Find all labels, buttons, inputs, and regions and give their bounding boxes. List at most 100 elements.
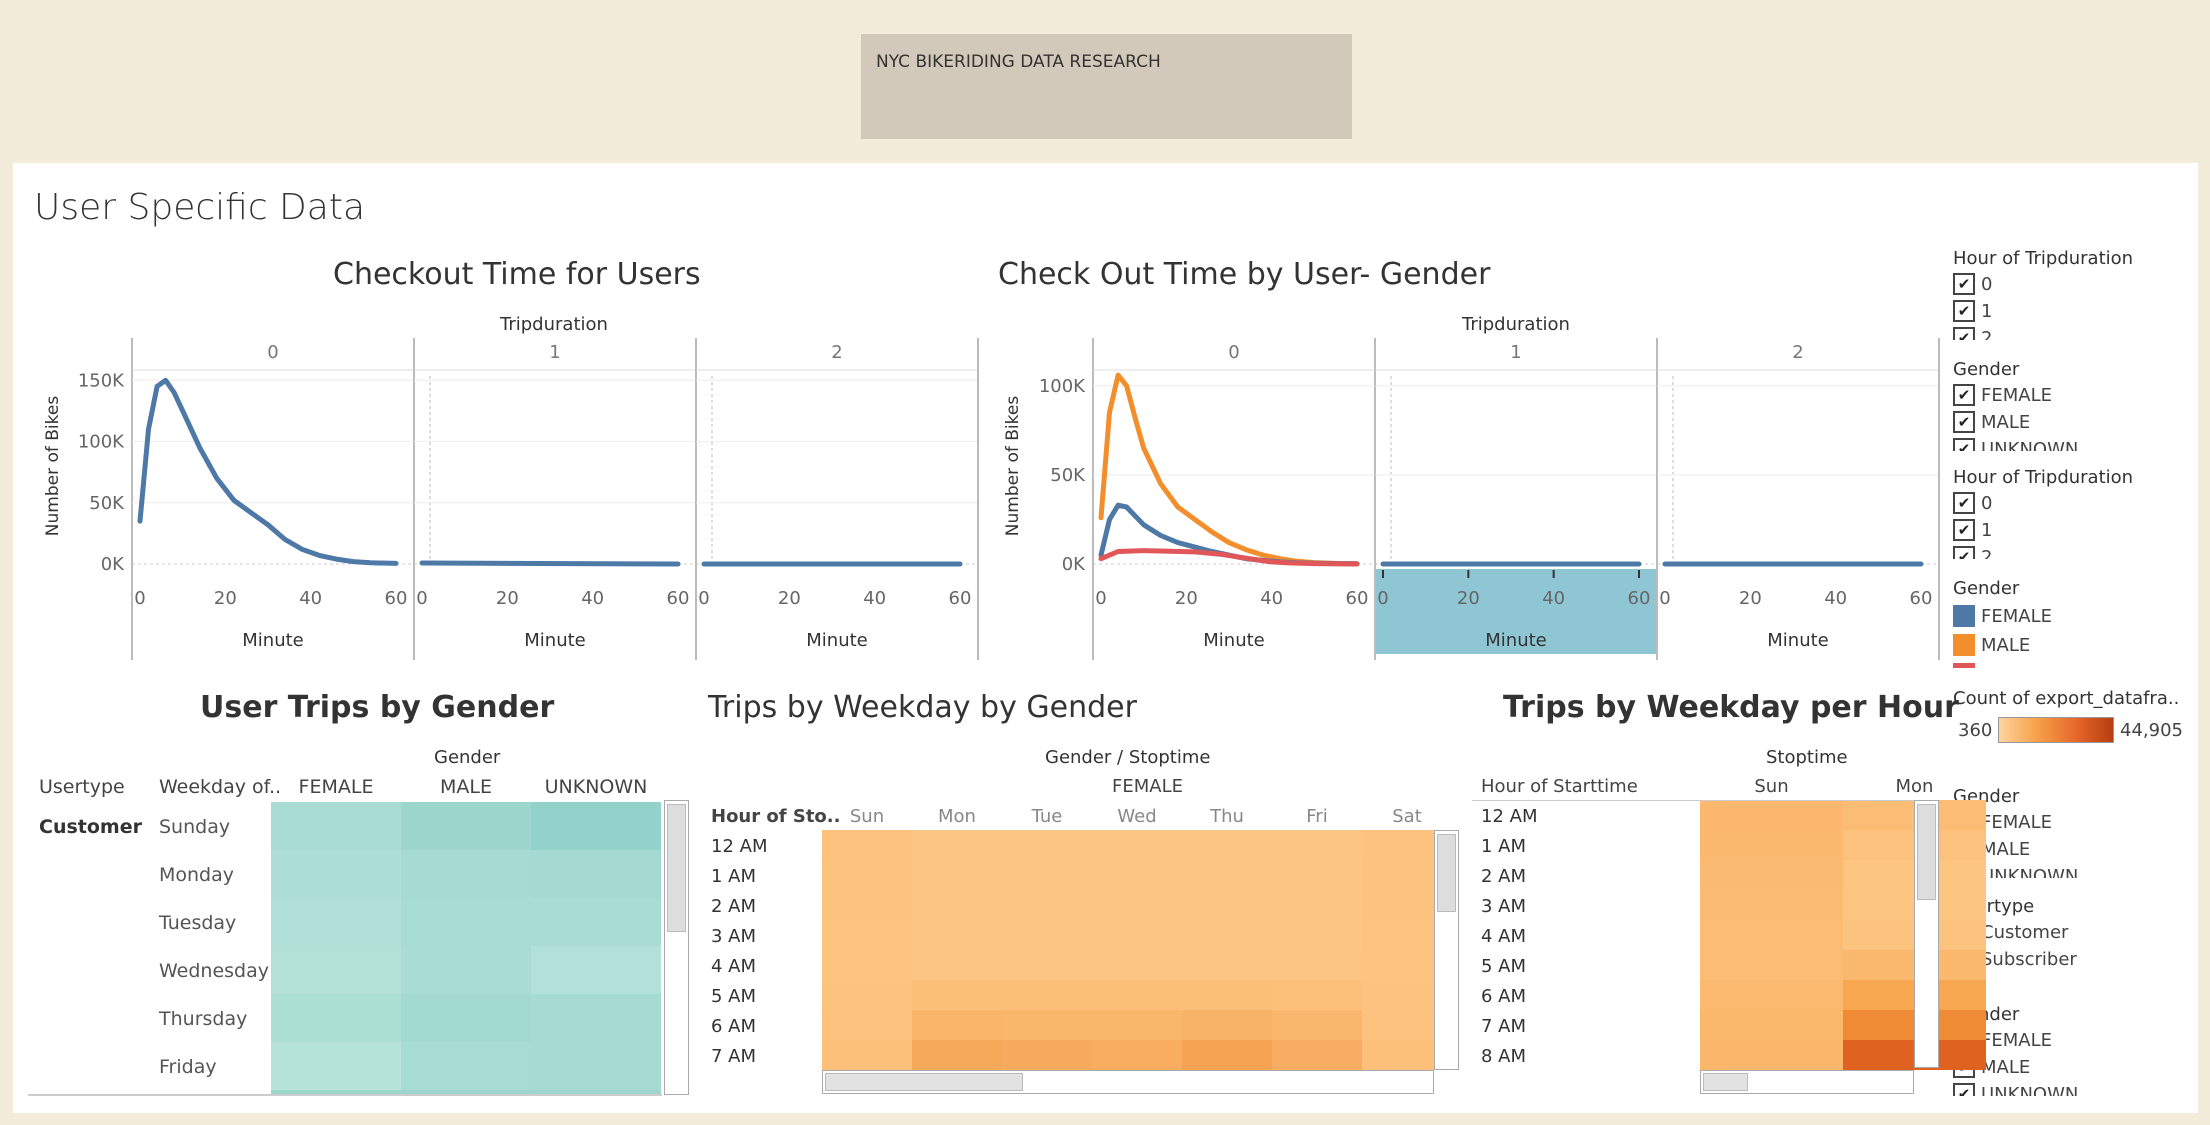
heatmap-cell bbox=[1002, 920, 1092, 950]
weekday-hour-h-scrollbar[interactable] bbox=[1700, 1070, 1914, 1094]
user-trips-scrollbar[interactable] bbox=[664, 800, 689, 1095]
checkbox-unknown[interactable]: ✔UNKNOWN bbox=[1953, 1083, 2183, 1096]
row-label-hour: 7 AM bbox=[711, 1046, 757, 1067]
legend-title: Hour of Tripduration bbox=[1953, 248, 2134, 269]
checkbox-unknown[interactable]: ✔UNKNOWN bbox=[1953, 438, 2183, 451]
checkbox-hour-1[interactable]: ✔ 1 bbox=[1953, 519, 2183, 541]
checkbox-female[interactable]: ✔FEMALE bbox=[1953, 384, 2183, 406]
y-tick-label: 0K bbox=[101, 554, 125, 575]
heatmap-cell bbox=[822, 1010, 912, 1040]
x-tick-label: 20 bbox=[1739, 588, 1762, 609]
legend-gender-2: Gender ✔FEMALE ✔MALE ✔UNKNOWN bbox=[1953, 786, 2183, 878]
color-swatch bbox=[1953, 605, 1975, 627]
checkbox-male[interactable]: ✔MALE bbox=[1953, 411, 2183, 433]
row-label-hour: 6 AM bbox=[711, 1016, 757, 1037]
checkbox-hour-2[interactable]: ✔ 2 bbox=[1953, 546, 2183, 559]
y-tick-label: 100K bbox=[1039, 376, 1086, 397]
checkbox-male[interactable]: ✔MALE bbox=[1953, 838, 2183, 860]
x-tick-label: 0 bbox=[1377, 588, 1388, 609]
checkbox-customer[interactable]: ✔Customer bbox=[1953, 921, 2183, 943]
user-trips-col-group: Gender bbox=[434, 747, 501, 768]
heatmap-cell bbox=[531, 994, 661, 1042]
weekday-hour-col-group: Stoptime bbox=[1766, 747, 1848, 768]
checkout-gender-line-chart: Number of Bikes00 20 40 60Minute10 20 40 60Min… bbox=[1003, 338, 1940, 660]
heatmap-cell bbox=[1182, 860, 1272, 890]
heatmap-cell bbox=[822, 1040, 912, 1070]
legend-item-female[interactable]: FEMALE bbox=[1953, 605, 2183, 627]
heatmap-cell bbox=[1700, 1040, 1843, 1070]
x-tick-label: 40 bbox=[581, 588, 604, 609]
col-header-male: MALE bbox=[440, 776, 492, 798]
heatmap-cell bbox=[271, 1042, 401, 1090]
row-header-weekday: Weekday of.. bbox=[159, 776, 282, 798]
facet-header: 1 bbox=[1510, 342, 1521, 363]
header-title-box: NYC BIKERIDING DATA RESEARCH bbox=[861, 34, 1352, 139]
legend-count-min: 360 bbox=[1958, 719, 1993, 741]
heatmap-cell bbox=[1002, 860, 1092, 890]
facet-header: 1 bbox=[549, 342, 560, 363]
check-icon: ✔ bbox=[1953, 438, 1975, 451]
x-tick-label: 60 bbox=[1346, 588, 1369, 609]
row-label-hour: 5 AM bbox=[711, 986, 757, 1007]
heatmap-cell bbox=[1700, 980, 1843, 1010]
facet-header: 0 bbox=[267, 342, 278, 363]
checkbox-hour-2[interactable]: ✔ 2 bbox=[1953, 327, 2183, 340]
legend-item-unknown[interactable] bbox=[1953, 663, 2183, 668]
color-swatch bbox=[1953, 634, 1975, 656]
x-tick-label: 60 bbox=[1910, 588, 1933, 609]
checkbox-hour-1[interactable]: ✔ 1 bbox=[1953, 300, 2183, 322]
heatmap-cell bbox=[912, 980, 1002, 1010]
heatmap-cell bbox=[1092, 1010, 1182, 1040]
heatmap-cell bbox=[1700, 890, 1843, 920]
checkbox-unknown[interactable]: ✔UNKNOWN bbox=[1953, 865, 2183, 878]
legend-hour-tripduration-1: Hour of Tripduration ✔ 0 ✔ 1 ✔ 2 bbox=[1953, 248, 2183, 340]
legend-title: Usertype bbox=[1953, 896, 2035, 917]
x-tick-label: 40 bbox=[1542, 588, 1565, 609]
heatmap-cell bbox=[1700, 950, 1843, 980]
color-gradient-bar bbox=[1998, 717, 2115, 743]
checkout-chart-title: Checkout Time for Users bbox=[333, 257, 701, 292]
facet-header: 0 bbox=[1228, 342, 1239, 363]
heatmap-cell bbox=[1092, 830, 1182, 860]
x-tick-label: 0 bbox=[134, 588, 145, 609]
x-axis-label: Minute bbox=[1485, 630, 1546, 651]
heatmap-cell bbox=[1182, 1040, 1272, 1070]
user-trips-title: User Trips by Gender bbox=[200, 690, 555, 725]
checkbox-hour-0[interactable]: ✔ 0 bbox=[1953, 273, 2183, 295]
heatmap-cell bbox=[401, 898, 531, 946]
x-axis-label: Minute bbox=[806, 630, 867, 651]
weekday-hour-v-scrollbar[interactable] bbox=[1914, 800, 1939, 1068]
dashboard-title: User Specific Data bbox=[34, 187, 366, 228]
weekday-gender-h-scrollbar[interactable] bbox=[822, 1070, 1434, 1094]
heatmap-cell bbox=[912, 1040, 1002, 1070]
weekday-gender-v-scrollbar[interactable] bbox=[1434, 830, 1459, 1070]
legend-count-max: 44,905 bbox=[2120, 719, 2183, 741]
heatmap-cell bbox=[1700, 860, 1843, 890]
color-swatch bbox=[1953, 663, 1975, 668]
legend-item-male[interactable]: MALE bbox=[1953, 634, 2183, 656]
table-bottom-rule bbox=[28, 1094, 662, 1096]
heatmap-cell bbox=[1092, 980, 1182, 1010]
row-header-usertype: Usertype bbox=[39, 776, 125, 798]
check-icon: ✔ bbox=[1953, 546, 1975, 559]
checkbox-female[interactable]: ✔FEMALE bbox=[1953, 811, 2183, 833]
checkbox-female[interactable]: ✔FEMALE bbox=[1953, 1029, 2183, 1051]
heatmap-cell bbox=[1092, 1040, 1182, 1070]
col-header-fri: Fri bbox=[1306, 806, 1328, 827]
heatmap-cell bbox=[531, 1042, 661, 1090]
heatmap-cell bbox=[912, 950, 1002, 980]
y-tick-label: 50K bbox=[89, 493, 125, 514]
col-header-tue: Tue bbox=[1031, 806, 1063, 827]
heatmap-cell bbox=[822, 860, 912, 890]
heatmap-cell bbox=[822, 950, 912, 980]
x-axis-label: Minute bbox=[1767, 630, 1828, 651]
checkbox-hour-0[interactable]: ✔ 0 bbox=[1953, 492, 2183, 514]
legend-title: Gender bbox=[1953, 578, 2020, 599]
heatmap-cell bbox=[1092, 860, 1182, 890]
x-tick-label: 20 bbox=[1175, 588, 1198, 609]
legend-count: Count of export_datafra.. 360 44,905 bbox=[1953, 688, 2183, 743]
checkbox-subscriber[interactable]: ✔Subscriber bbox=[1953, 948, 2183, 970]
x-tick-label: 20 bbox=[214, 588, 237, 609]
heatmap-cell bbox=[1182, 890, 1272, 920]
checkbox-male[interactable]: ✔MALE bbox=[1953, 1056, 2183, 1078]
